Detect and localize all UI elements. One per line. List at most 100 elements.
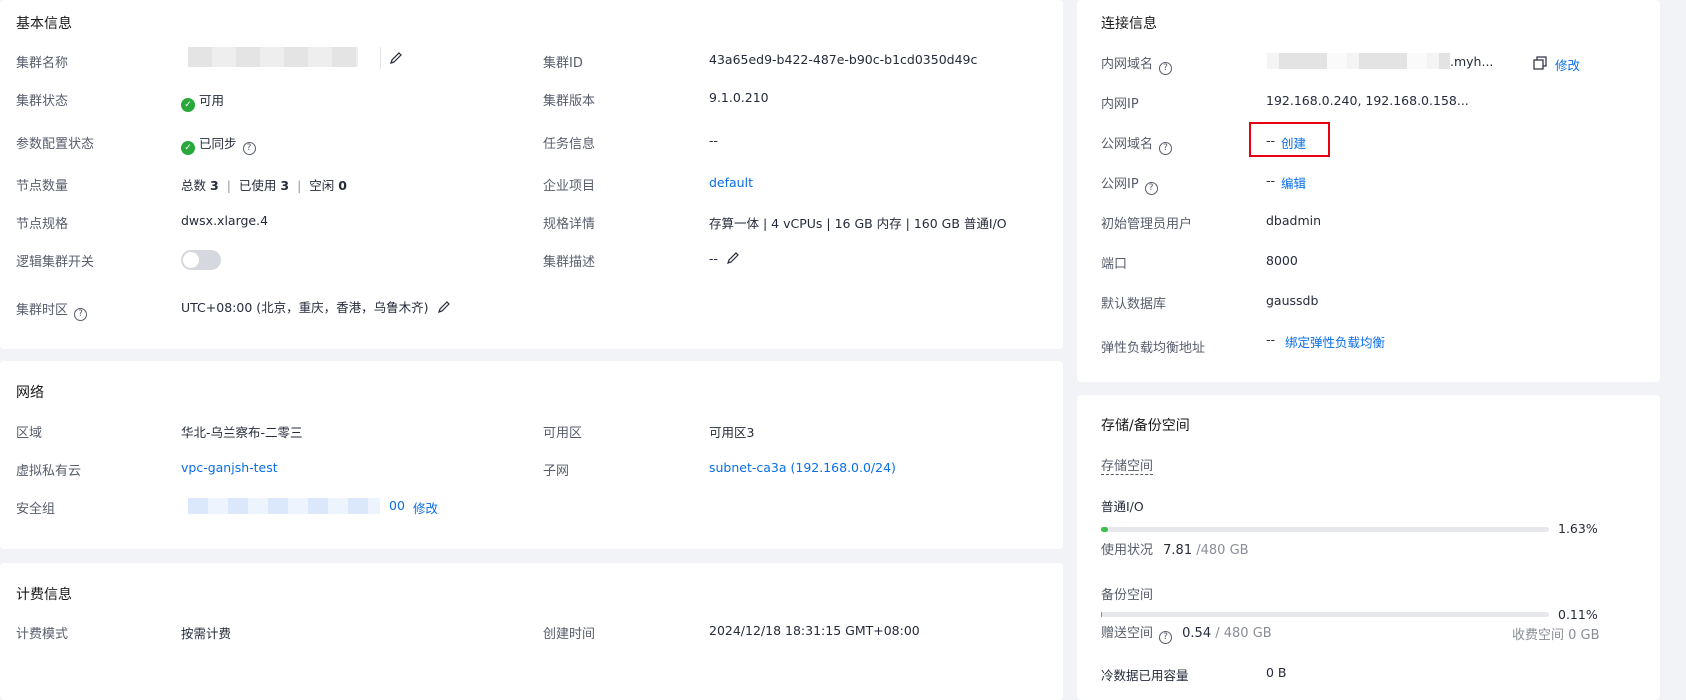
billing-card: 计费信息 计费模式 按需计费 创建时间 2024/12/18 18:31:15 … — [0, 563, 1063, 700]
normal-io-label: 普通I/O — [1101, 499, 1144, 514]
subnet-link[interactable]: subnet-ca3a (192.168.0.0/24) — [709, 460, 896, 475]
cold-data-label: 冷数据已用容量 — [1101, 668, 1189, 683]
timezone-text: UTC+08:00 (北京，重庆，香港，乌鲁木齐) — [181, 300, 429, 315]
backup-bar — [1101, 612, 1549, 617]
flavor-detail-value: 存算一体 | 4 vCPUs | 16 GB 内存 | 160 GB 普通I/O — [709, 216, 1007, 231]
edit-icon[interactable] — [726, 251, 740, 265]
gift-label: 赠送空间 — [1101, 626, 1154, 641]
public-domain-create[interactable]: 创建 — [1281, 133, 1306, 152]
security-group-masked — [188, 498, 380, 514]
desc-text: -- — [709, 251, 719, 266]
cluster-name-masked — [188, 47, 358, 67]
normal-io-percent: 1.63% — [1558, 521, 1598, 536]
public-ip-label-text: 公网IP — [1101, 177, 1139, 192]
public-domain-label: 公网域名? — [1101, 133, 1173, 155]
status-text: 可用 — [199, 93, 225, 108]
admin-user-value: dbadmin — [1266, 213, 1322, 228]
private-domain-masked — [1267, 53, 1450, 69]
billing-title: 计费信息 — [16, 587, 72, 603]
security-group-modify[interactable]: 修改 — [413, 498, 438, 517]
node-count-label: 节点数量 — [16, 179, 69, 194]
connection-card: 连接信息 内网域名? .myh... 修改 内网IP 192.168.0.240… — [1077, 0, 1660, 382]
network-card: 网络 区域 华北-乌兰察布-二零三 可用区 可用区3 虚拟私有云 vpc-gan… — [0, 361, 1063, 549]
help-icon[interactable]: ? — [1159, 142, 1173, 155]
cluster-version-label: 集群版本 — [543, 94, 596, 109]
flavor-label: 节点规格 — [16, 217, 69, 232]
gift-line: 赠送空间? 0.54 / 480 GB — [1101, 622, 1272, 644]
flavor-value: dwsx.xlarge.4 — [181, 213, 269, 228]
az-value: 可用区3 — [709, 425, 755, 440]
cluster-desc-value: -- — [709, 251, 740, 266]
logical-cluster-toggle[interactable] — [181, 250, 221, 270]
created-time-label: 创建时间 — [543, 627, 596, 642]
public-ip-label: 公网IP? — [1101, 173, 1158, 195]
region-label: 区域 — [16, 426, 43, 441]
usage-label: 使用状况 — [1101, 543, 1154, 558]
help-icon[interactable]: ? — [74, 308, 88, 321]
help-icon[interactable]: ? — [1144, 182, 1158, 195]
timezone-label: 集群时区? — [16, 299, 88, 321]
timezone-label-text: 集群时区 — [16, 303, 69, 318]
edit-icon[interactable] — [437, 300, 451, 314]
divider — [380, 47, 381, 69]
az-label: 可用区 — [543, 426, 583, 441]
elb-bind-link[interactable]: 绑定弹性负载均衡 — [1285, 332, 1385, 351]
normal-io-fill — [1101, 527, 1108, 532]
gift-total: / 480 GB — [1215, 626, 1272, 641]
cluster-status-label: 集群状态 — [16, 94, 69, 109]
enterprise-link[interactable]: default — [709, 175, 753, 190]
storage-space-tab[interactable]: 存储空间 — [1101, 455, 1154, 475]
security-group-label: 安全组 — [16, 502, 56, 517]
default-db-value: gaussdb — [1266, 293, 1319, 308]
param-status-label: 参数配置状态 — [16, 137, 95, 152]
check-icon: ✓ — [181, 141, 195, 155]
cluster-desc-label: 集群描述 — [543, 255, 596, 270]
gift-used: 0.54 — [1182, 626, 1212, 641]
billing-mode-value: 按需计费 — [181, 626, 232, 641]
idle-value: 0 — [338, 178, 347, 193]
total-value: 3 — [210, 178, 219, 193]
help-icon[interactable]: ? — [1159, 631, 1173, 644]
security-group-suffix[interactable]: 00 — [389, 498, 405, 513]
usage-total: /480 GB — [1196, 543, 1249, 558]
private-domain-modify[interactable]: 修改 — [1555, 55, 1580, 74]
port-label: 端口 — [1101, 257, 1128, 272]
usage-line: 使用状况 7.81 /480 GB — [1101, 539, 1249, 558]
public-ip-edit[interactable]: 编辑 — [1281, 173, 1306, 192]
logical-cluster-label: 逻辑集群开关 — [16, 255, 95, 270]
edit-icon[interactable] — [389, 51, 403, 65]
cluster-status-value: ✓ 可用 — [181, 90, 224, 112]
private-domain-label-text: 内网域名 — [1101, 57, 1154, 72]
backup-space-label: 备份空间 — [1101, 588, 1154, 603]
basic-info-card: 基本信息 集群名称 集群ID 43a65ed9-b422-487e-b90c-b… — [0, 0, 1063, 349]
node-count-value: 总数 3 | 已使用 3 | 空闲 0 — [181, 178, 347, 193]
used-label: 已使用 — [238, 178, 277, 193]
billing-mode-label: 计费模式 — [16, 627, 69, 642]
connection-title: 连接信息 — [1101, 16, 1157, 32]
help-icon[interactable]: ? — [1159, 62, 1173, 75]
total-label: 总数 — [181, 178, 207, 193]
backup-fill — [1101, 612, 1102, 617]
storage-title: 存储/备份空间 — [1101, 418, 1190, 434]
vpc-link[interactable]: vpc-ganjsh-test — [181, 460, 278, 475]
idle-label: 空闲 — [309, 178, 335, 193]
cluster-name-label: 集群名称 — [16, 56, 69, 71]
used-value: 3 — [280, 178, 290, 193]
param-status-text: 已同步 — [199, 136, 237, 151]
check-icon: ✓ — [181, 98, 195, 112]
default-db-label: 默认数据库 — [1101, 297, 1167, 312]
public-domain-label-text: 公网域名 — [1101, 137, 1154, 152]
backup-percent: 0.11% — [1558, 607, 1598, 622]
private-domain-suffix: .myh... — [1450, 54, 1494, 69]
param-status-value: ✓ 已同步? — [181, 133, 256, 155]
subnet-label: 子网 — [543, 464, 570, 479]
elb-label: 弹性负载均衡地址 — [1101, 341, 1206, 356]
private-domain-label: 内网域名? — [1101, 53, 1173, 75]
created-time-value: 2024/12/18 18:31:15 GMT+08:00 — [709, 623, 920, 638]
private-ip-value: 192.168.0.240, 192.168.0.158... — [1266, 93, 1469, 108]
normal-io-bar — [1101, 527, 1549, 532]
private-ip-label: 内网IP — [1101, 97, 1139, 112]
copy-icon[interactable] — [1533, 56, 1547, 70]
task-info-value: -- — [709, 133, 719, 148]
help-icon[interactable]: ? — [242, 142, 256, 155]
